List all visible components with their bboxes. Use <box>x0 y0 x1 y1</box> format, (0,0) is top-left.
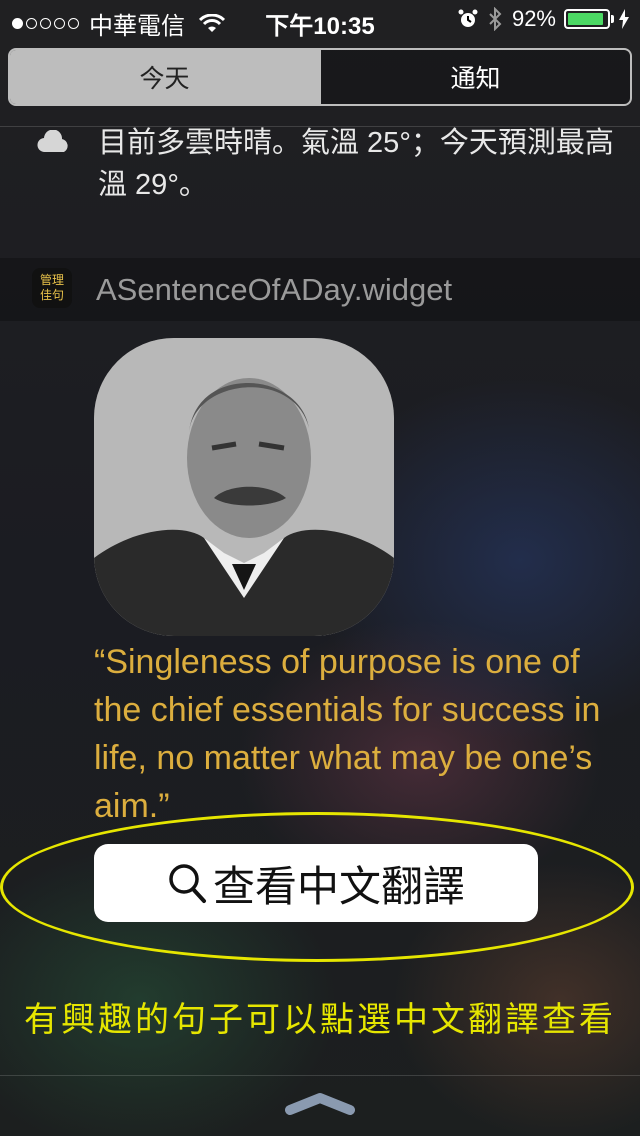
author-portrait <box>94 338 394 636</box>
widget-header[interactable]: 管理 佳句 ASentenceOfADay.widget <box>0 258 640 321</box>
tab-notifications[interactable]: 通知 <box>319 50 630 104</box>
quote-text: “Singleness of purpose is one of the chi… <box>94 643 601 825</box>
status-bar: 中華電信 下午10:35 92% <box>0 0 640 40</box>
app-icon: 管理 佳句 <box>32 268 72 308</box>
bluetooth-icon <box>489 7 502 31</box>
status-right: 92% <box>458 6 630 32</box>
portrait-illustration <box>94 338 394 636</box>
app-icon-text: 佳句 <box>39 288 64 302</box>
segmented-control: 今天 通知 <box>8 48 632 106</box>
widget-title: ASentenceOfADay.widget <box>96 272 453 307</box>
battery-tip <box>611 15 614 23</box>
alarm-clock-icon <box>458 9 478 27</box>
charging-bolt-icon <box>619 9 629 29</box>
cloud-icon <box>37 130 68 153</box>
view-translation-button[interactable]: 查看中文翻譯 <box>94 844 538 922</box>
battery-fill <box>568 13 603 25</box>
annotation-caption: 有興趣的句子可以點選中文翻譯查看 <box>24 1000 616 1040</box>
tab-today[interactable]: 今天 <box>10 50 319 104</box>
app-icon-text: 管理 <box>39 273 64 287</box>
view-translation-label: 查看中文翻譯 <box>212 862 465 910</box>
weather-summary: 目前多雲時晴。氣溫 25°；今天預測最高溫 29°。 <box>98 127 614 201</box>
pull-up-grabber-icon[interactable] <box>284 1092 356 1116</box>
battery-icon <box>564 9 610 29</box>
search-icon <box>169 864 206 903</box>
battery-percent: 92% <box>511 6 556 31</box>
divider <box>0 1075 640 1076</box>
